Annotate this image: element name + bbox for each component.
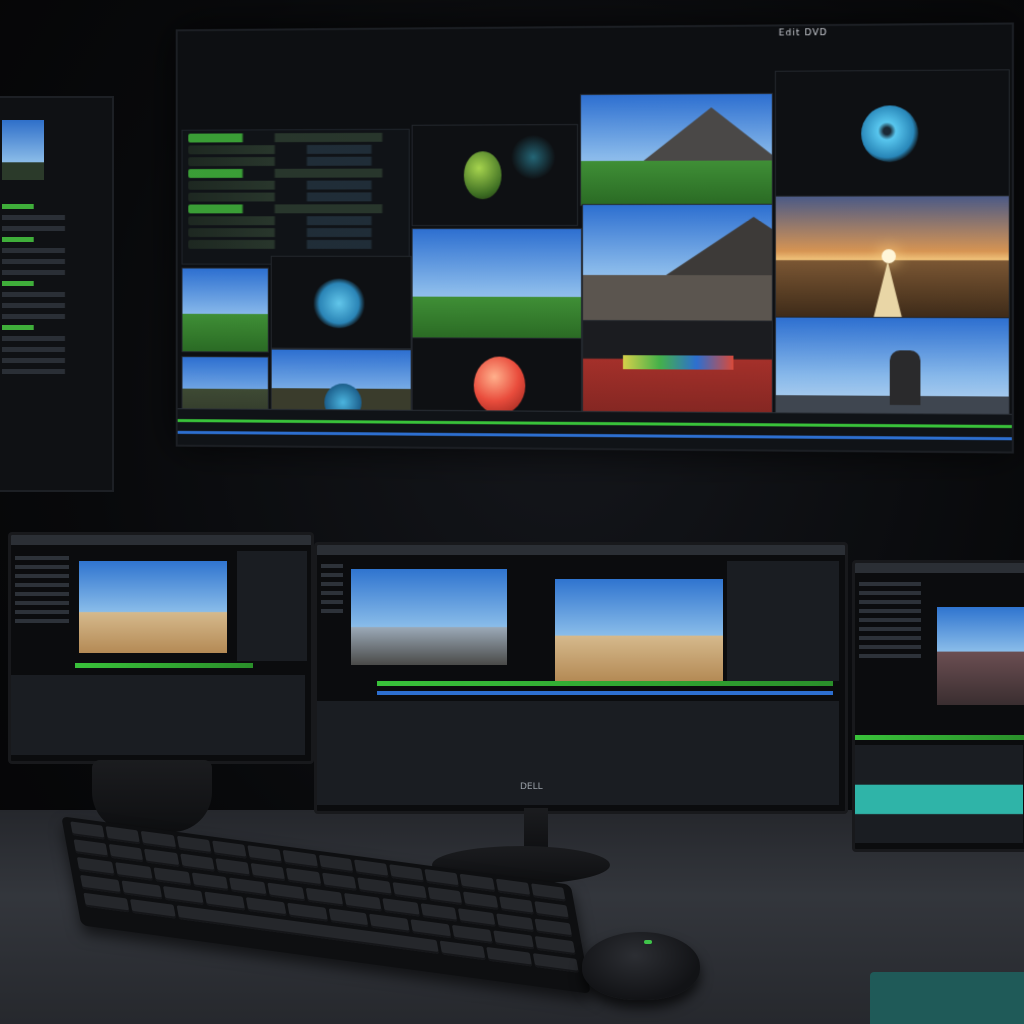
desk-monitor-right bbox=[852, 560, 1024, 852]
center-monitor-green-track bbox=[377, 681, 833, 686]
center-monitor-brand-label: DELL bbox=[520, 782, 543, 792]
right-monitor-menubar bbox=[855, 563, 1024, 573]
left-monitor-stand bbox=[92, 760, 212, 832]
tile-cloudy-field bbox=[411, 228, 583, 340]
wall-monitor-timeline bbox=[177, 408, 1012, 452]
tile-coastal-statue bbox=[774, 316, 1010, 426]
left-monitor-file-list bbox=[11, 551, 73, 628]
tile-mountain-meadow bbox=[580, 92, 773, 207]
tile-green-hills bbox=[181, 267, 269, 353]
mouse-scroll-wheel[interactable] bbox=[644, 940, 652, 944]
desk-monitor-left bbox=[8, 532, 314, 764]
right-monitor-file-list bbox=[855, 577, 925, 663]
teal-box-corner bbox=[870, 972, 1024, 1024]
left-monitor-thumbnail bbox=[2, 120, 44, 180]
right-monitor-green-track bbox=[855, 735, 1024, 740]
center-monitor-blue-track bbox=[377, 691, 833, 695]
center-monitor-program-preview bbox=[555, 579, 723, 681]
computer-mouse[interactable] bbox=[582, 932, 700, 1000]
editing-suite-scene: Edit DVD DELL bbox=[0, 0, 1024, 1024]
center-monitor-source-preview bbox=[351, 569, 507, 665]
wall-monitor-topbar-text: Edit DVD bbox=[778, 28, 828, 39]
tile-blue-sphere-mid bbox=[270, 255, 412, 350]
tile-green-sphere bbox=[411, 124, 579, 227]
left-monitor-inspector bbox=[237, 551, 307, 661]
tile-blue-sphere-top bbox=[774, 69, 1010, 198]
left-monitor-green-track bbox=[75, 663, 253, 668]
tile-sunset-road bbox=[774, 195, 1010, 320]
wall-monitor-data-panel bbox=[181, 128, 410, 265]
center-monitor-menubar bbox=[317, 545, 845, 555]
right-monitor-timeline bbox=[855, 745, 1023, 843]
desk-monitor-center bbox=[314, 542, 848, 814]
center-monitor-tool-list bbox=[317, 559, 347, 618]
center-monitor-inspector bbox=[727, 561, 839, 681]
right-monitor-preview bbox=[937, 607, 1024, 705]
left-monitor-timeline bbox=[11, 675, 305, 755]
left-monitor-preview bbox=[79, 561, 227, 653]
left-monitor-panel-lines bbox=[0, 198, 112, 380]
tile-rocky-valley bbox=[582, 203, 773, 323]
wall-video-wall-monitor: Edit DVD bbox=[175, 22, 1014, 454]
left-side-monitor bbox=[0, 96, 114, 492]
left-monitor-menubar bbox=[11, 535, 311, 545]
center-monitor-timeline bbox=[317, 701, 839, 805]
